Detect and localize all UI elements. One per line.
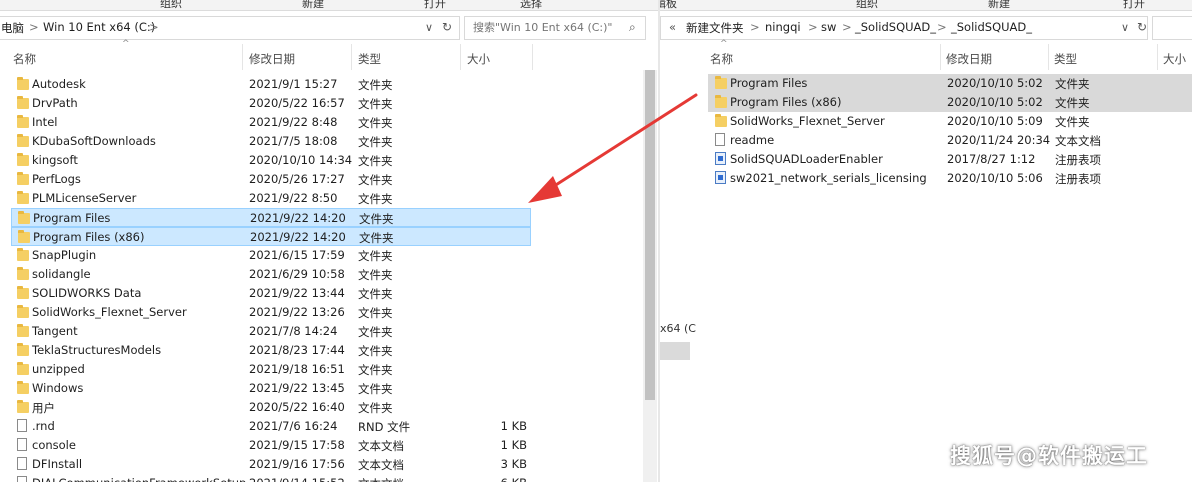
watermark: 搜狐号@软件搬运工 [950,444,1148,468]
annotation-arrow [528,93,698,203]
